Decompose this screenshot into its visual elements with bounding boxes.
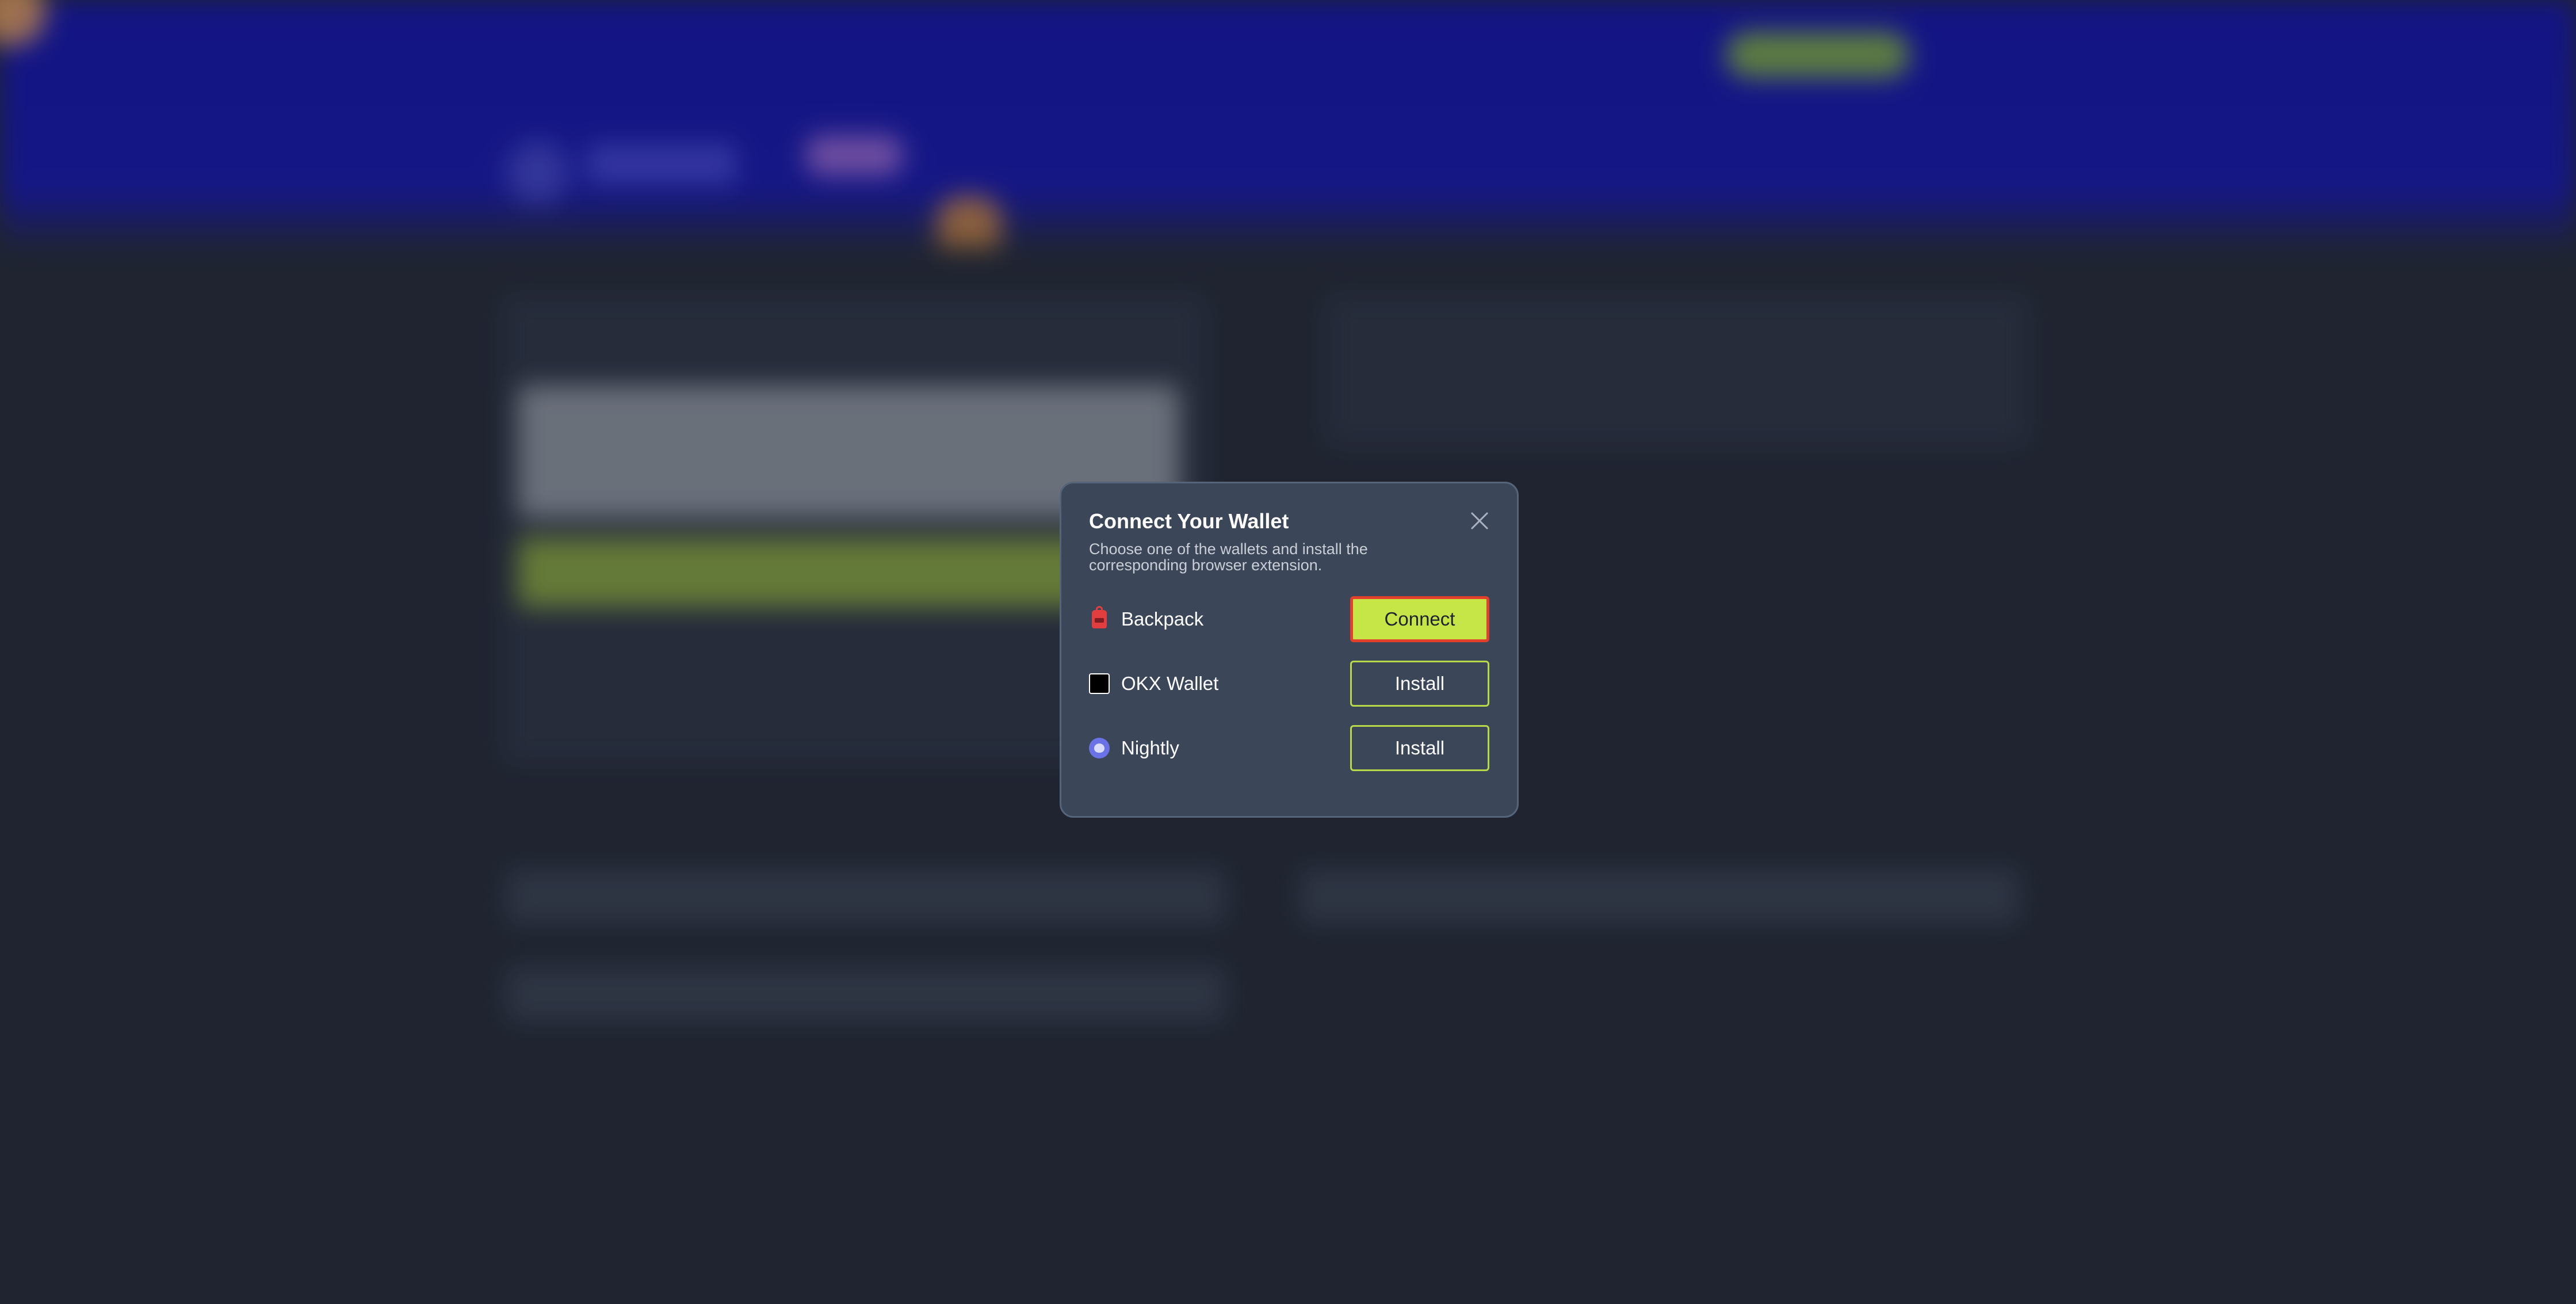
modal-title: Connect Your Wallet [1089, 509, 1289, 533]
wallet-row-okx: OKX Wallet Install [1089, 661, 1489, 707]
wallet-list: Backpack Connect OKX Wallet Install Nigh… [1089, 596, 1489, 772]
nightly-icon [1089, 738, 1110, 759]
connect-button[interactable]: Connect [1350, 596, 1489, 643]
wallet-name: Nightly [1121, 737, 1179, 759]
wallet-name: OKX Wallet [1121, 673, 1219, 695]
wallet-name: Backpack [1121, 608, 1204, 630]
install-button[interactable]: Install [1350, 661, 1489, 707]
backpack-icon [1089, 606, 1110, 630]
connect-wallet-modal: Connect Your Wallet Choose one of the wa… [1060, 482, 1519, 818]
close-icon[interactable] [1465, 506, 1494, 535]
install-button[interactable]: Install [1350, 725, 1489, 772]
wallet-row-backpack: Backpack Connect [1089, 596, 1489, 643]
wallet-row-nightly: Nightly Install [1089, 725, 1489, 772]
okx-icon [1089, 673, 1110, 695]
modal-subtitle: Choose one of the wallets and install th… [1089, 540, 1368, 574]
